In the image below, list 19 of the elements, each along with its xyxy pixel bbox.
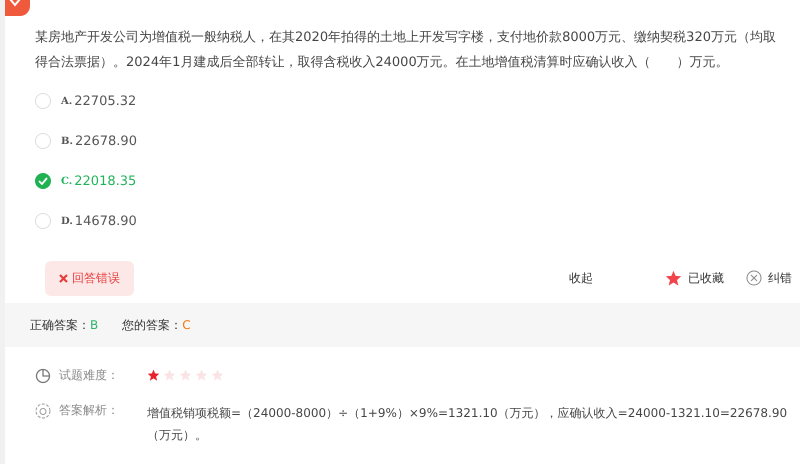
result-badge: 回答错误	[45, 260, 134, 296]
analysis-label: 答案解析：	[59, 402, 119, 419]
answer-option[interactable]: B.22678.90	[35, 121, 800, 161]
answer-summary: 正确答案：B	[30, 316, 98, 334]
question-text: 某房地产开发公司为增值税一般纳税人，在其2020年拍得的土地上开发写字楼，支付地价款8000万元、缴纳契税320万元（均取得合法票据）。2024年1月建成后全部转让，取得含税收入24000万元。在土地增值税清算时应确认收入（ ）万元。	[35, 29, 777, 72]
check-icon	[38, 177, 48, 185]
close-icon	[746, 270, 762, 286]
difficulty-label: 试题难度：	[59, 367, 119, 384]
close-icon	[59, 274, 68, 282]
analysis-text: 增值税销项税额=（24000-8000）÷（1+9%）×9%=1321.10（万元），应确认收入=24000-1321.10=22678.90（万元）。	[147, 405, 788, 444]
favorite-button[interactable]: 已收藏	[665, 270, 724, 286]
answer-option[interactable]: D.14678.90	[35, 201, 800, 241]
report-error-button[interactable]: 纠错	[746, 270, 792, 286]
radio-button[interactable]	[35, 173, 51, 189]
collapse-button[interactable]: 收起	[569, 270, 593, 286]
star-icon	[665, 270, 682, 286]
answer-summary: 您的答案：C	[122, 316, 191, 334]
pie-chart-icon	[35, 368, 51, 384]
answer-option[interactable]: A.22705.32	[35, 81, 800, 121]
